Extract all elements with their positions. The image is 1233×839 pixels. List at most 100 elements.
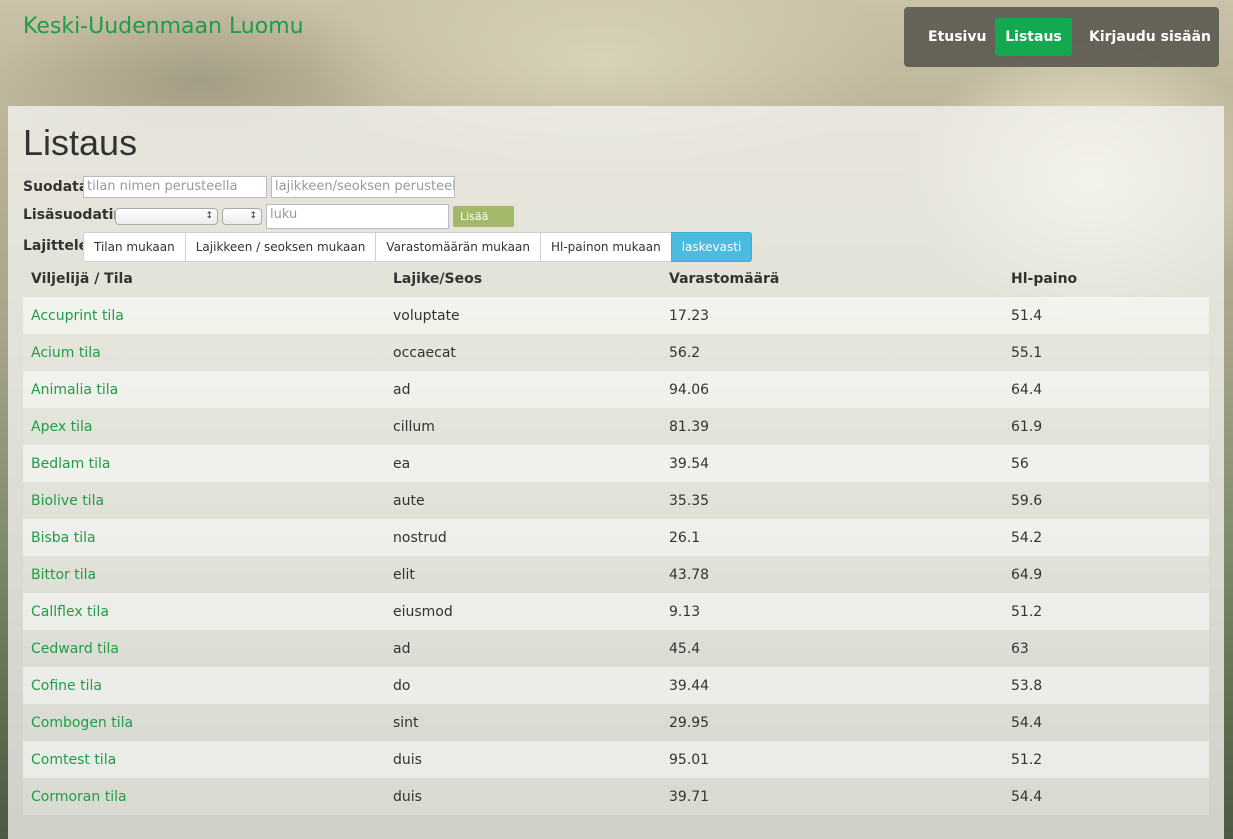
sort-direction-button[interactable]: laskevasti	[670, 232, 753, 262]
hlweight-cell: 56	[1011, 455, 1029, 472]
hlweight-cell: 59.6	[1011, 492, 1043, 509]
hlweight-cell: 54.4	[1011, 714, 1043, 731]
table-row: Cofine tila do 39.44 53.8	[23, 667, 1209, 704]
variety-cell: do	[393, 677, 411, 694]
sort-by-hlweight-button[interactable]: Hl-painon mukaan	[539, 232, 672, 262]
stock-cell: 95.01	[669, 751, 710, 768]
variety-cell: duis	[393, 751, 422, 768]
stock-cell: 35.35	[669, 492, 710, 509]
variety-cell: duis	[393, 788, 422, 805]
table-row: Combogen tila sint 29.95 54.4	[23, 704, 1209, 741]
nav-listaus[interactable]: Listaus	[995, 18, 1072, 56]
sort-label: Lajittele	[23, 238, 89, 254]
table-row: Bisba tila nostrud 26.1 54.2	[23, 519, 1209, 556]
farm-table: Viljelijä / Tila Lajike/Seos Varastomäär…	[23, 260, 1209, 815]
hlweight-cell: 51.2	[1011, 603, 1043, 620]
farm-link[interactable]: Bedlam tila	[31, 456, 111, 472]
farm-filter-input[interactable]: tilan nimen perusteella	[83, 176, 267, 198]
top-navigation: Etusivu Listaus Kirjaudu sisään	[904, 7, 1219, 67]
farm-link[interactable]: Bittor tila	[31, 567, 96, 583]
sort-by-farm-button[interactable]: Tilan mukaan	[83, 232, 186, 262]
table-row: Animalia tila ad 94.06 64.4	[23, 371, 1209, 408]
farm-link[interactable]: Cofine tila	[31, 678, 102, 694]
variety-cell: sint	[393, 714, 419, 731]
stock-cell: 17.23	[669, 307, 710, 324]
header-hlweight: Hl-paino	[1011, 270, 1078, 287]
stock-cell: 81.39	[669, 418, 710, 435]
table-row: Accuprint tila voluptate 17.23 51.4	[23, 297, 1209, 334]
farm-link[interactable]: Callflex tila	[31, 604, 109, 620]
table-row: Cedward tila ad 45.4 63	[23, 630, 1209, 667]
table-header-row: Viljelijä / Tila Lajike/Seos Varastomäär…	[23, 260, 1209, 297]
table-row: Cormoran tila duis 39.71 54.4	[23, 778, 1209, 815]
table-row: Biolive tila aute 35.35 59.6	[23, 482, 1209, 519]
farm-link[interactable]: Animalia tila	[31, 382, 118, 398]
farm-link[interactable]: Cormoran tila	[31, 789, 127, 805]
variety-cell: ad	[393, 381, 411, 398]
header-variety: Lajike/Seos	[393, 270, 483, 287]
variety-cell: voluptate	[393, 307, 460, 324]
content-panel: Listaus Suodata tilan nimen perusteella …	[8, 106, 1224, 839]
farm-link[interactable]: Biolive tila	[31, 493, 104, 509]
add-filter-button[interactable]: Lisää suodatin	[453, 206, 515, 244]
variety-cell: ea	[393, 455, 411, 472]
variety-cell: ad	[393, 640, 411, 657]
variety-cell: elit	[393, 566, 415, 583]
stock-cell: 94.06	[669, 381, 710, 398]
stock-cell: 29.95	[669, 714, 710, 731]
sort-button-group: Tilan mukaan Lajikkeen / seoksen mukaan …	[83, 232, 753, 262]
variety-cell: eiusmod	[393, 603, 453, 620]
stock-cell: 9.13	[669, 603, 701, 620]
brand-link[interactable]: Keski-Uudenmaan Luomu	[23, 14, 304, 39]
extra-filter-label: Lisäsuodatin	[23, 207, 124, 223]
hlweight-cell: 54.2	[1011, 529, 1043, 546]
table-row: Acium tila occaecat 56.2 55.1	[23, 334, 1209, 371]
table-row: Apex tila cillum 81.39 61.9	[23, 408, 1209, 445]
hlweight-cell: 54.4	[1011, 788, 1043, 805]
nav-home[interactable]: Etusivu	[928, 18, 986, 56]
hlweight-cell: 64.4	[1011, 381, 1043, 398]
variety-cell: nostrud	[393, 529, 447, 546]
select-arrow-icon: ↕	[249, 211, 257, 221]
sort-by-stock-button[interactable]: Varastomäärän mukaan	[375, 232, 541, 262]
farm-link[interactable]: Accuprint tila	[31, 308, 124, 324]
farm-link[interactable]: Apex tila	[31, 419, 92, 435]
header-stock: Varastomäärä	[669, 270, 780, 287]
stock-cell: 43.78	[669, 566, 710, 583]
farm-link[interactable]: Bisba tila	[31, 530, 96, 546]
operator-select[interactable]: ↕	[222, 208, 262, 225]
table-row: Bittor tila elit 43.78 64.9	[23, 556, 1209, 593]
hlweight-cell: 64.9	[1011, 566, 1043, 583]
hlweight-cell: 51.4	[1011, 307, 1043, 324]
stock-cell: 26.1	[669, 529, 701, 546]
variety-cell: aute	[393, 492, 425, 509]
stock-cell: 56.2	[669, 344, 701, 361]
number-input[interactable]: luku	[266, 204, 449, 229]
table-row: Comtest tila duis 95.01 51.2	[23, 741, 1209, 778]
variety-cell: occaecat	[393, 344, 456, 361]
variety-filter-input[interactable]: lajikkeen/seoksen perusteella	[271, 176, 455, 198]
nav-login[interactable]: Kirjaudu sisään	[1089, 18, 1211, 56]
hlweight-cell: 61.9	[1011, 418, 1043, 435]
hlweight-cell: 55.1	[1011, 344, 1043, 361]
hlweight-cell: 63	[1011, 640, 1029, 657]
variety-cell: cillum	[393, 418, 435, 435]
table-row: Callflex tila eiusmod 9.13 51.2	[23, 593, 1209, 630]
table-row: Bedlam tila ea 39.54 56	[23, 445, 1209, 482]
filter-label: Suodata	[23, 179, 89, 195]
field-select[interactable]: ↕	[115, 208, 218, 225]
stock-cell: 39.71	[669, 788, 710, 805]
hlweight-cell: 53.8	[1011, 677, 1043, 694]
farm-link[interactable]: Comtest tila	[31, 752, 116, 768]
stock-cell: 45.4	[669, 640, 701, 657]
header-farm: Viljelijä / Tila	[31, 270, 133, 287]
hlweight-cell: 51.2	[1011, 751, 1043, 768]
farm-link[interactable]: Cedward tila	[31, 641, 119, 657]
stock-cell: 39.54	[669, 455, 710, 472]
farm-link[interactable]: Combogen tila	[31, 715, 133, 731]
select-arrow-icon: ↕	[205, 211, 213, 221]
sort-by-variety-button[interactable]: Lajikkeen / seoksen mukaan	[184, 232, 377, 262]
page-title: Listaus	[23, 122, 138, 163]
farm-link[interactable]: Acium tila	[31, 345, 101, 361]
stock-cell: 39.44	[669, 677, 710, 694]
